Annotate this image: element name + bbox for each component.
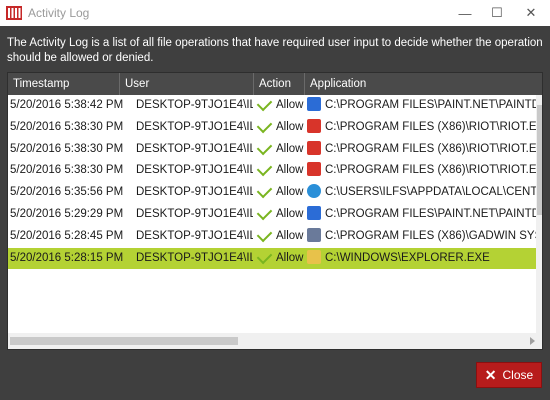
horizontal-scroll-thumb[interactable]: [10, 337, 238, 345]
close-x-icon: ✕: [484, 366, 497, 383]
close-button[interactable]: ✕ Close: [476, 362, 542, 388]
column-header-user[interactable]: User: [120, 73, 254, 95]
vertical-scroll-thumb[interactable]: [537, 105, 542, 215]
timestamp-cell: 5/20/2016 5:28:15 PM: [10, 251, 124, 264]
application-path: C:\PROGRAM FILES (X86)\RIOT\RIOT.EXE: [325, 164, 543, 177]
table-row[interactable]: 5/20/2016 5:29:29 PM DESKTOP-9TJO1E4\ILF…: [8, 204, 542, 226]
riot-icon: [307, 162, 321, 177]
application-cell: C:\USERS\ILFS\APPDATA\LOCAL\CENTBROWS: [307, 182, 542, 204]
action-label: Allow: [276, 207, 304, 220]
check-icon: [256, 248, 273, 264]
action-label: Allow: [276, 120, 304, 133]
user-cell: DESKTOP-9TJO1E4\ILFS: [136, 229, 253, 242]
application-path: C:\PROGRAM FILES (X86)\GADWIN SYSTEMS\: [325, 229, 542, 242]
centbrowser-icon: [307, 184, 321, 199]
vertical-scrollbar[interactable]: [536, 95, 542, 333]
check-icon: [256, 182, 273, 199]
action-label: Allow: [276, 251, 304, 264]
user-cell: DESKTOP-9TJO1E4\ILFS: [136, 142, 253, 155]
window-title: Activity Log: [28, 6, 90, 20]
check-icon: [256, 161, 273, 177]
action-cell: Allow: [256, 204, 306, 226]
application-cell: C:\PROGRAM FILES\PAINT.NET\PAINTDOTNET: [307, 204, 542, 226]
action-cell: Allow: [256, 248, 306, 270]
check-icon: [256, 139, 273, 155]
action-cell: Allow: [256, 182, 306, 204]
maximize-icon: ☐: [491, 5, 503, 20]
maximize-button[interactable]: ☐: [480, 0, 514, 26]
table-header: Timestamp User Action Application: [8, 73, 542, 95]
timestamp-cell: 5/20/2016 5:38:30 PM: [10, 120, 124, 133]
action-label: Allow: [276, 186, 304, 199]
close-button-label: Close: [502, 368, 534, 382]
table-row-selected[interactable]: 5/20/2016 5:28:15 PM DESKTOP-9TJO1E4\ILF…: [8, 247, 542, 270]
column-header-timestamp[interactable]: Timestamp: [8, 73, 120, 95]
minimize-button[interactable]: —: [448, 0, 482, 26]
action-cell: Allow: [256, 95, 306, 117]
activity-log-window: Activity Log — ☐ ✕ The Activity Log is a…: [0, 0, 550, 400]
action-label: Allow: [276, 229, 304, 242]
description-text: The Activity Log is a list of all file o…: [7, 37, 543, 64]
action-cell: Allow: [256, 117, 306, 139]
explorer-icon: [307, 249, 321, 264]
close-icon: ✕: [525, 5, 537, 20]
user-cell: DESKTOP-9TJO1E4\ILFS: [136, 251, 253, 264]
action-cell: Allow: [256, 139, 306, 161]
application-cell: C:\PROGRAM FILES (X86)\RIOT\RIOT.EXE: [307, 160, 543, 182]
action-label: Allow: [276, 99, 304, 111]
application-cell: C:\PROGRAM FILES (X86)\RIOT\RIOT.EXE: [307, 117, 543, 139]
activity-table: Timestamp User Action Application 5/20/2…: [7, 72, 543, 350]
timestamp-cell: 5/20/2016 5:38:30 PM: [10, 164, 124, 177]
application-cell: C:\PROGRAM FILES\PAINT.NET\PAINTDOTNET: [307, 95, 542, 117]
column-header-action[interactable]: Action: [254, 73, 305, 95]
gadwin-icon: [307, 227, 321, 242]
paintnet-icon: [307, 205, 321, 220]
timestamp-cell: 5/20/2016 5:29:29 PM: [10, 207, 124, 220]
application-path: C:\PROGRAM FILES\PAINT.NET\PAINTDOTNET: [325, 99, 542, 111]
table-row[interactable]: 5/20/2016 5:38:30 PM DESKTOP-9TJO1E4\ILF…: [8, 160, 542, 182]
check-icon: [256, 204, 273, 221]
application-path: C:\PROGRAM FILES (X86)\RIOT\RIOT.EXE: [325, 142, 543, 155]
table-body: 5/20/2016 5:38:42 PM DESKTOP-9TJO1E4\ILF…: [8, 95, 542, 270]
timestamp-cell: 5/20/2016 5:38:30 PM: [10, 142, 124, 155]
user-cell: DESKTOP-9TJO1E4\ILFS: [136, 207, 253, 220]
timestamp-cell: 5/20/2016 5:38:42 PM: [10, 99, 124, 111]
user-cell: DESKTOP-9TJO1E4\ILFS: [136, 120, 253, 133]
application-path: C:\USERS\ILFS\APPDATA\LOCAL\CENTBROWS: [325, 186, 542, 199]
check-icon: [256, 226, 273, 243]
column-header-application[interactable]: Application: [305, 73, 542, 95]
timestamp-cell: 5/20/2016 5:35:56 PM: [10, 186, 124, 199]
title-bar: Activity Log — ☐ ✕: [0, 0, 550, 26]
user-cell: DESKTOP-9TJO1E4\ILFS: [136, 164, 253, 177]
timestamp-cell: 5/20/2016 5:28:45 PM: [10, 229, 124, 242]
paintnet-icon: [307, 96, 321, 111]
horizontal-scrollbar[interactable]: [8, 333, 542, 349]
user-cell: DESKTOP-9TJO1E4\ILFS: [136, 186, 253, 199]
window-close-button[interactable]: ✕: [514, 0, 548, 26]
table-row[interactable]: 5/20/2016 5:38:30 PM DESKTOP-9TJO1E4\ILF…: [8, 139, 542, 161]
minimize-icon: —: [458, 5, 472, 21]
application-path: C:\PROGRAM FILES\PAINT.NET\PAINTDOTNET: [325, 207, 542, 220]
application-cell: C:\WINDOWS\EXPLORER.EXE: [307, 248, 542, 270]
check-icon: [256, 117, 273, 134]
scroll-right-arrow-icon[interactable]: [530, 337, 535, 345]
table-row[interactable]: 5/20/2016 5:38:42 PM DESKTOP-9TJO1E4\ILF…: [8, 95, 542, 117]
table-row[interactable]: 5/20/2016 5:38:30 PM DESKTOP-9TJO1E4\ILF…: [8, 117, 542, 139]
application-path: C:\WINDOWS\EXPLORER.EXE: [325, 251, 490, 264]
action-label: Allow: [276, 142, 304, 155]
riot-icon: [307, 140, 321, 155]
table-row[interactable]: 5/20/2016 5:28:45 PM DESKTOP-9TJO1E4\ILF…: [8, 226, 542, 248]
application-cell: C:\PROGRAM FILES (X86)\RIOT\RIOT.EXE: [307, 139, 543, 161]
firewall-app-icon: [6, 6, 22, 20]
table-row[interactable]: 5/20/2016 5:35:56 PM DESKTOP-9TJO1E4\ILF…: [8, 182, 542, 204]
action-cell: Allow: [256, 226, 306, 248]
riot-icon: [307, 118, 321, 133]
action-cell: Allow: [256, 160, 306, 182]
application-path: C:\PROGRAM FILES (X86)\RIOT\RIOT.EXE: [325, 120, 543, 133]
action-label: Allow: [276, 164, 304, 177]
user-cell: DESKTOP-9TJO1E4\ILFS: [136, 99, 253, 111]
application-cell: C:\PROGRAM FILES (X86)\GADWIN SYSTEMS\: [307, 226, 542, 248]
check-icon: [256, 95, 273, 112]
